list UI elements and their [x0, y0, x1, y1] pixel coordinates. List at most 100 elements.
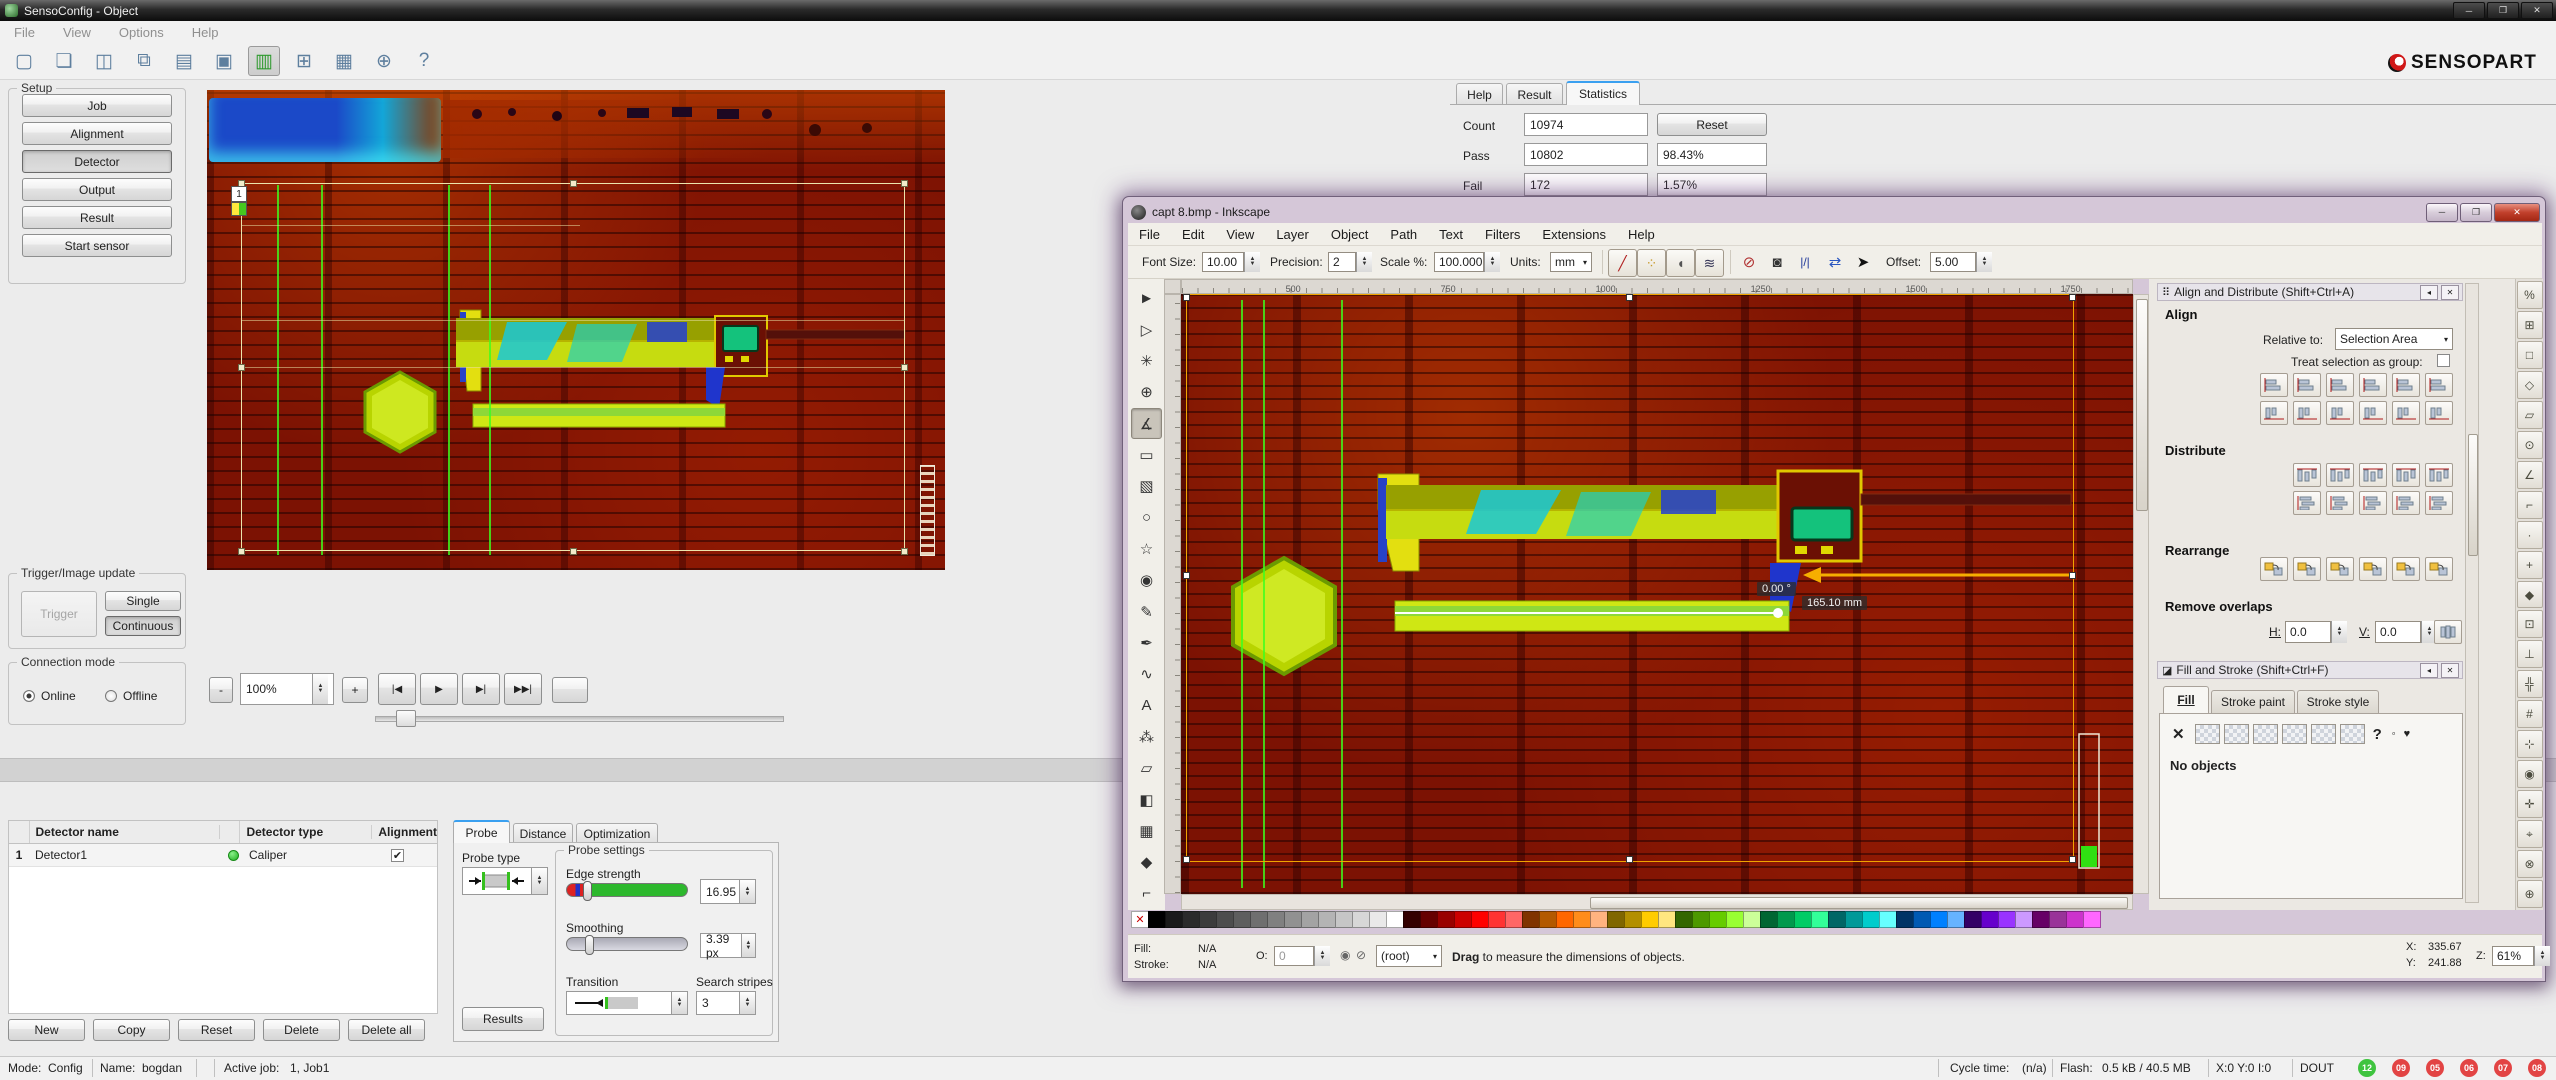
extra-button[interactable]: [552, 677, 588, 703]
snapshot-icon[interactable]: ◙: [1764, 249, 1790, 275]
tab-distance[interactable]: Distance: [513, 823, 573, 843]
tab-optimization[interactable]: Optimization: [576, 823, 658, 843]
panel-close-icon[interactable]: ✕: [2441, 663, 2459, 678]
inkscape-titlebar[interactable]: capt 8.bmp - Inkscape ─ ❐ ✕: [1128, 201, 2542, 223]
online-radio[interactable]: Online: [23, 689, 76, 703]
col-detector-type[interactable]: Detector type: [240, 825, 372, 839]
units-select[interactable]: mm ▾: [1550, 252, 1592, 272]
palette-swatch[interactable]: [1896, 911, 1914, 928]
menu-item[interactable]: View: [1215, 227, 1265, 242]
palette-swatch[interactable]: [2083, 911, 2101, 928]
palette-swatch[interactable]: [1505, 911, 1523, 928]
pattern-button[interactable]: [2282, 724, 2307, 744]
edge-strength-spinner[interactable]: ▲▼: [739, 880, 755, 903]
menu-item[interactable]: Help: [178, 25, 233, 40]
text-tool[interactable]: A: [1131, 690, 1162, 720]
h-spinner[interactable]: ▲▼: [2331, 621, 2347, 643]
align-top-to-bottom-edge[interactable]: [2392, 401, 2420, 425]
snap-button[interactable]: ⊗: [2517, 850, 2543, 878]
distribute-bottom-edges[interactable]: [2359, 491, 2387, 515]
palette-swatch[interactable]: [1403, 911, 1421, 928]
menu-item[interactable]: Extensions: [1531, 227, 1617, 242]
roi-rectangle[interactable]: [241, 183, 905, 551]
snap-button[interactable]: ◉: [2517, 760, 2543, 788]
film-slider-track[interactable]: [375, 716, 784, 722]
zoom-level-select[interactable]: 100% ▲▼: [240, 673, 334, 705]
palette-swatch[interactable]: [1607, 911, 1625, 928]
canvas-hscrollbar[interactable]: [1181, 894, 2133, 910]
palette-swatch[interactable]: [1624, 911, 1642, 928]
Delete[interactable]: Delete: [263, 1019, 340, 1041]
vscroll-thumb[interactable]: [2136, 299, 2148, 511]
tab-fill[interactable]: Fill: [2163, 686, 2209, 713]
snap-button[interactable]: ·: [2517, 521, 2543, 549]
palette-swatch[interactable]: [1709, 911, 1727, 928]
snap-button[interactable]: ✛: [2517, 790, 2543, 818]
device-icon[interactable]: ▦: [328, 46, 360, 76]
align-bottom-edges[interactable]: [2359, 401, 2387, 425]
palette-swatch[interactable]: [1726, 911, 1744, 928]
palette-swatch[interactable]: [1182, 911, 1200, 928]
snap-button[interactable]: ╬: [2517, 670, 2543, 698]
Start sensor[interactable]: Start sensor: [22, 234, 172, 257]
next-image-button[interactable]: ▶|: [462, 673, 500, 705]
palette-swatch[interactable]: [1556, 911, 1574, 928]
save-icon[interactable]: ◫: [88, 46, 120, 76]
opacity-spinner[interactable]: ▲▼: [1314, 946, 1330, 966]
pen-tool[interactable]: ✒: [1131, 628, 1162, 658]
eraser-tool[interactable]: ▱: [1131, 753, 1162, 783]
align-panel-titlebar[interactable]: ⠿ Align and Distribute (Shift+Ctrl+A) ◂ …: [2157, 283, 2463, 301]
gradient-tool[interactable]: ▦: [1131, 816, 1162, 846]
menu-item[interactable]: Text: [1428, 227, 1474, 242]
palette-swatch[interactable]: [1301, 911, 1319, 928]
snap-button[interactable]: ∠: [2517, 461, 2543, 489]
mesh-button[interactable]: [2340, 724, 2365, 744]
palette-swatch[interactable]: [1335, 911, 1353, 928]
palette-swatch[interactable]: [1828, 911, 1846, 928]
last-image-button[interactable]: ▶▶|: [504, 673, 542, 705]
save-as-icon[interactable]: ⧉: [128, 46, 160, 76]
maximize-button[interactable]: ❐: [2487, 2, 2519, 19]
palette-swatch[interactable]: [2032, 911, 2050, 928]
remove-overlaps-button[interactable]: [2434, 620, 2462, 644]
first-image-button[interactable]: |◀: [378, 673, 416, 705]
palette-swatch[interactable]: [1811, 911, 1829, 928]
distribute-gaps-v[interactable]: [2392, 491, 2420, 515]
distribute-left-edges[interactable]: [2293, 463, 2321, 487]
close-button[interactable]: ✕: [2494, 203, 2540, 222]
zoom-icon[interactable]: ⊕: [368, 46, 400, 76]
menu-item[interactable]: File: [0, 25, 49, 40]
palette-swatch[interactable]: [1862, 911, 1880, 928]
distribute-gaps-h[interactable]: [2392, 463, 2420, 487]
offline-radio[interactable]: Offline: [105, 689, 157, 703]
hatch-toggle[interactable]: ◖: [1666, 249, 1695, 277]
smoothing-spinner[interactable]: ▲▼: [741, 934, 755, 957]
ellipse-tool[interactable]: ○: [1131, 502, 1162, 532]
smoothing-thumb[interactable]: [585, 935, 594, 955]
distribute-top-edges[interactable]: [2293, 491, 2321, 515]
selection-handle[interactable]: [1183, 572, 1190, 579]
palette-swatch[interactable]: [1420, 911, 1438, 928]
film-slider-thumb[interactable]: [396, 710, 416, 727]
search-stripes-spinner[interactable]: ▲▼: [739, 992, 755, 1014]
new-job-icon[interactable]: ▢: [8, 46, 40, 76]
heart-icon[interactable]: ♥: [2404, 728, 2411, 740]
roi-handle[interactable]: [901, 548, 908, 555]
align-top-edges[interactable]: [2293, 401, 2321, 425]
menu-item[interactable]: View: [49, 25, 105, 40]
menu-item[interactable]: Help: [1617, 227, 1666, 242]
distribute-text-h[interactable]: [2425, 463, 2453, 487]
Output[interactable]: Output: [22, 178, 172, 201]
palette-swatch[interactable]: [1913, 911, 1931, 928]
exchange-z-order[interactable]: [2326, 557, 2354, 581]
opacity-input[interactable]: 0: [1274, 946, 1314, 966]
menu-item[interactable]: Filters: [1474, 227, 1531, 242]
dock-scrollbar[interactable]: [2465, 283, 2479, 903]
menu-item[interactable]: Options: [105, 25, 178, 40]
panel-collapse-icon[interactable]: ◂: [2420, 285, 2438, 300]
menu-item[interactable]: Edit: [1171, 227, 1215, 242]
col-detector-name[interactable]: Detector name: [30, 825, 220, 839]
layer-lock-icon[interactable]: ⊘: [1356, 948, 1366, 962]
scale-input[interactable]: 100.000: [1434, 252, 1484, 272]
measure-line-toggle[interactable]: ╱: [1608, 249, 1637, 277]
